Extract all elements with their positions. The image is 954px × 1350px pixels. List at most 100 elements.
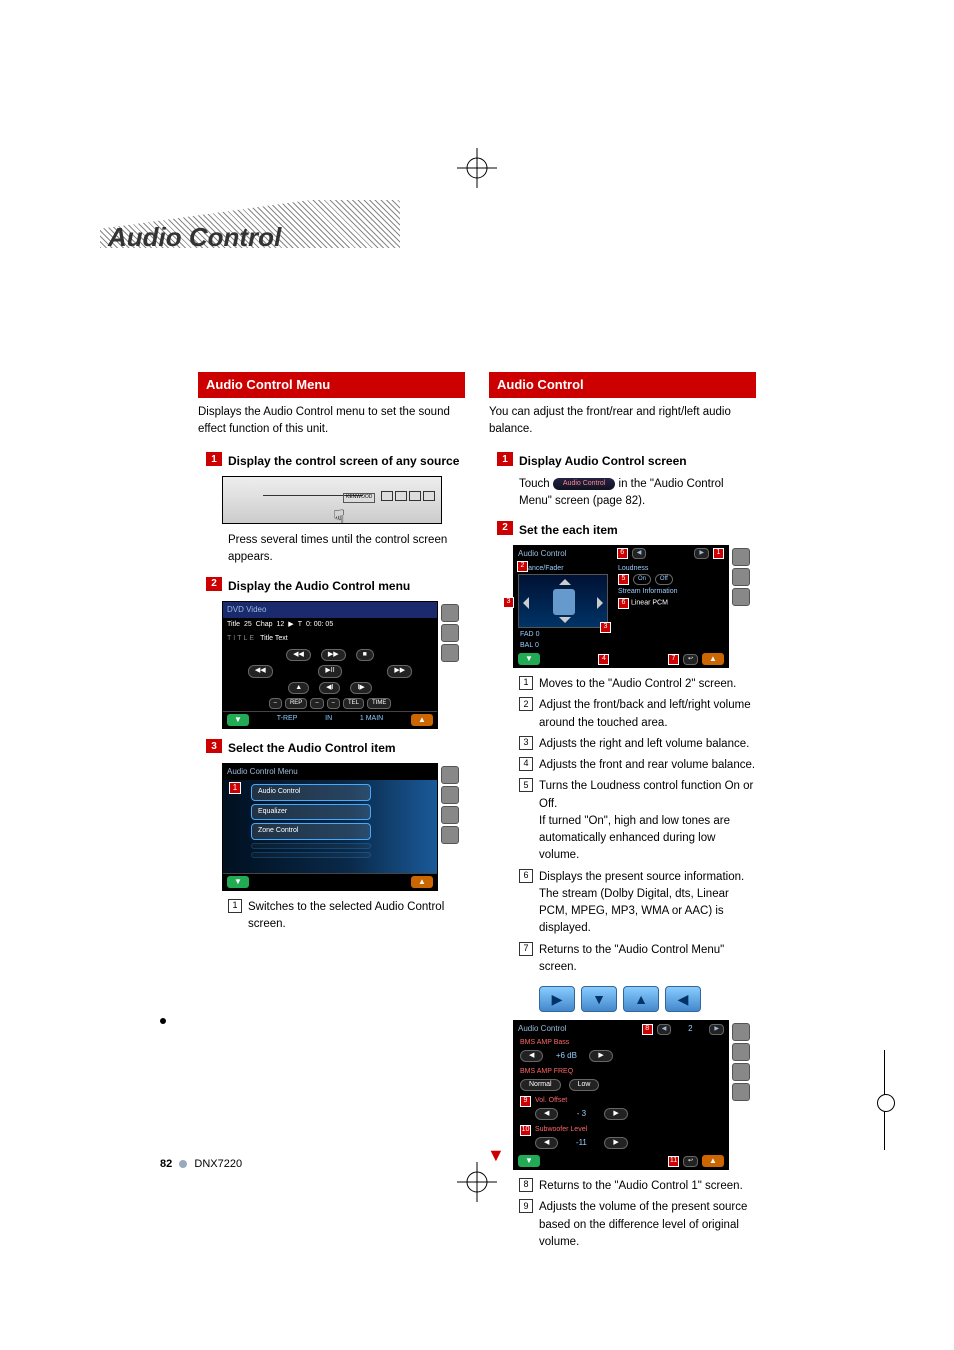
side-icon[interactable] [732,1083,750,1101]
nav-down-button[interactable]: ▼ [581,986,617,1012]
page-footer: 82 DNX7220 [160,1158,242,1170]
playpause-button[interactable]: ▶II [318,665,341,678]
fader-down-icon[interactable] [559,617,571,629]
dvd-foot-mid: IN [325,714,332,726]
side-icon[interactable] [732,1063,750,1081]
balance-left-icon[interactable] [517,597,529,609]
menu-item-zone-control[interactable]: Zone Control [251,823,371,840]
fad-val: 0 [536,631,540,638]
left-intro: Displays the Audio Control menu to set t… [198,404,465,439]
touch-suffix: in the "Audio Control Menu" screen (page… [519,478,724,507]
callout-box: 3 [519,736,533,750]
nav-right-icon[interactable]: ▶ [694,548,709,559]
step-2-label: Display the Audio Control menu [228,577,410,595]
callout-4: 4 [598,654,609,665]
callout-box-1: 1 [228,899,242,913]
dvd-header: DVD Video [223,602,437,618]
menu-item-empty [251,843,371,849]
dec-button[interactable]: ◀ [520,1050,543,1063]
skip-next-button[interactable]: ▶▶ [387,665,412,678]
dec-button[interactable]: ◀ [535,1108,558,1121]
nav-right-button[interactable]: ▶ [539,986,575,1012]
menu-item-equalizer[interactable]: Equalizer [251,804,371,821]
device-btn [395,491,407,501]
corner-down-icon[interactable]: ▼ [518,1155,540,1167]
corner-down-icon[interactable]: ▼ [227,714,249,726]
loudness-off-button[interactable]: Off [655,574,673,585]
dvd-row-btn[interactable]: – [269,698,282,709]
nav-left-icon[interactable]: ◀ [632,548,647,559]
next-button[interactable]: ▶▶ [321,649,346,662]
left-column: Audio Control Menu Displays the Audio Co… [198,372,465,1255]
side-icon[interactable] [441,604,459,622]
device-btn [381,491,393,501]
side-icon[interactable] [441,766,459,784]
side-icon[interactable] [732,588,750,606]
step-r1-label: Display Audio Control screen [519,452,687,470]
step-fwd-button[interactable]: I▶ [350,682,371,695]
fader-up-icon[interactable] [559,573,571,585]
corner-up-icon[interactable]: ▲ [411,714,433,726]
touch-prefix: Touch [519,478,550,490]
sub-level-value: -11 [566,1137,596,1149]
corner-up-icon[interactable]: ▲ [702,1155,724,1167]
dvd-row-btn[interactable]: – [327,698,340,709]
callout-6b: 6 [618,598,629,609]
side-icon[interactable] [732,1043,750,1061]
inc-button[interactable]: ▶ [604,1108,627,1121]
return-icon[interactable]: ↩ [683,654,698,665]
dvd-row-btn[interactable]: TEL [343,698,364,709]
dvd-foot-left: T-REP [277,714,298,726]
side-icon[interactable] [732,1023,750,1041]
stream-value: Linear PCM [631,599,668,606]
side-icon[interactable] [441,786,459,804]
play-icon: ▶ [288,620,293,631]
inc-button[interactable]: ▶ [589,1050,612,1063]
corner-down-icon[interactable]: ▼ [227,876,249,888]
side-icon[interactable] [441,624,459,642]
nav-left-button[interactable]: ◀ [665,986,701,1012]
step-3: 3 Select the Audio Control item [206,739,465,757]
dvd-row-btn[interactable]: REP [285,698,307,709]
right-intro: You can adjust the front/rear and right/… [489,404,756,439]
eject-button[interactable]: ▲ [288,682,309,695]
step-num-1: 1 [497,452,513,466]
bms-freq-label: BMS AMP FREQ [520,1067,722,1078]
corner-up-icon[interactable]: ▲ [411,876,433,888]
inc-button[interactable]: ▶ [604,1137,627,1150]
stop-button[interactable]: ■ [356,649,374,662]
menu-item-audio-control[interactable]: Audio Control [251,784,371,801]
step-3-label: Select the Audio Control item [228,739,396,757]
side-icon[interactable] [441,826,459,844]
bms-bass-label: BMS AMP Bass [520,1038,722,1049]
callout-box: 8 [519,1178,533,1192]
freq-low-button[interactable]: Low [569,1079,600,1092]
audio-control-inline-button[interactable]: Audio Control [553,478,615,491]
side-icon[interactable] [732,548,750,566]
callout-2: 2 [517,561,528,572]
skip-prev-button[interactable]: ◀◀ [248,665,273,678]
side-icon[interactable] [732,568,750,586]
corner-up-icon[interactable]: ▲ [702,653,724,665]
device-btn [409,491,421,501]
device-btn [423,491,435,501]
callout-3: 3 [503,597,514,608]
prev-button[interactable]: ◀◀ [286,649,311,662]
corner-down-icon[interactable]: ▼ [518,653,540,665]
nav-right-icon[interactable]: ▶ [709,1024,724,1035]
callout-10: 10 [520,1125,531,1136]
balance-grid[interactable]: 2 3 3 [518,574,608,628]
vol-offset-value: - 3 [566,1108,596,1120]
nav-left-icon[interactable]: ◀ [657,1024,672,1035]
dec-button[interactable]: ◀ [535,1137,558,1150]
freq-normal-button[interactable]: Normal [520,1079,561,1092]
loudness-on-button[interactable]: On [633,574,651,585]
side-icon[interactable] [441,806,459,824]
return-icon[interactable]: ↩ [683,1156,698,1167]
dvd-row-btn[interactable]: – [310,698,323,709]
dvd-row-btn[interactable]: TIME [367,698,391,709]
step-back-button[interactable]: ◀I [319,682,340,695]
balance-right-icon[interactable] [597,597,609,609]
nav-up-button[interactable]: ▲ [623,986,659,1012]
hand-icon[interactable] [441,644,459,662]
